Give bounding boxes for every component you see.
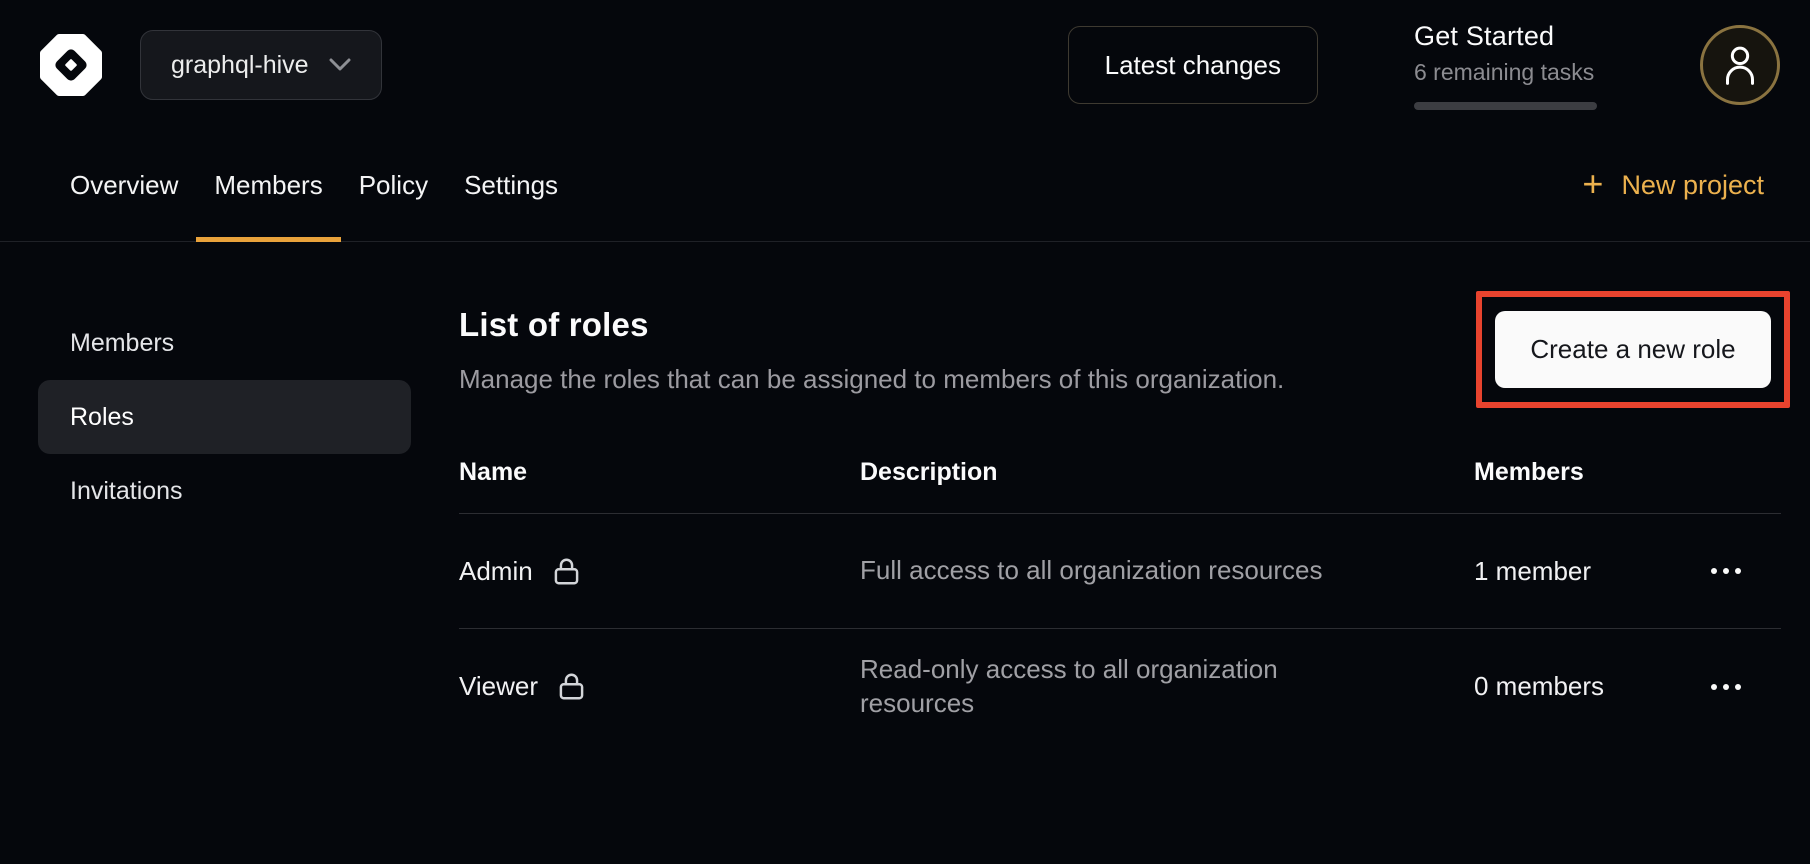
get-started-progress-bar xyxy=(1414,102,1597,110)
table-header-row: Name Description Members xyxy=(459,458,1781,514)
page-subtitle: Manage the roles that can be assigned to… xyxy=(459,364,1284,395)
user-avatar[interactable] xyxy=(1700,25,1780,105)
roles-heading-block: List of roles Manage the roles that can … xyxy=(459,306,1284,395)
roles-table: Name Description Members Admin Full acce… xyxy=(459,458,1781,744)
tabs: Overview Members Policy Settings xyxy=(52,130,576,241)
ellipsis-menu-icon[interactable] xyxy=(1709,676,1743,698)
members-side-nav: Members Roles Invitations xyxy=(38,306,411,528)
organization-selector[interactable]: graphql-hive xyxy=(140,30,382,100)
tab-policy[interactable]: Policy xyxy=(341,130,446,241)
column-header-name: Name xyxy=(459,458,860,487)
roles-panel-header: List of roles Manage the roles that can … xyxy=(459,306,1781,408)
roles-panel: List of roles Manage the roles that can … xyxy=(459,306,1781,744)
latest-changes-button[interactable]: Latest changes xyxy=(1068,26,1318,104)
table-row-admin: Admin Full access to all organization re… xyxy=(459,514,1781,629)
role-name-cell: Admin xyxy=(459,556,860,587)
chevron-down-icon xyxy=(329,58,351,72)
column-header-description: Description xyxy=(860,458,1380,487)
role-members-count: 0 members xyxy=(1474,671,1709,702)
lock-icon xyxy=(558,672,585,701)
get-started-remaining-tasks: 6 remaining tasks xyxy=(1414,59,1606,86)
tab-members[interactable]: Members xyxy=(196,130,340,241)
create-new-role-button[interactable]: Create a new role xyxy=(1495,311,1771,388)
table-row-viewer: Viewer Read-only access to all organizat… xyxy=(459,629,1781,744)
column-header-members: Members xyxy=(1474,458,1709,487)
content-area: Members Roles Invitations List of roles … xyxy=(0,242,1810,744)
tab-settings[interactable]: Settings xyxy=(446,130,576,241)
organization-name: graphql-hive xyxy=(171,51,309,80)
new-project-label: New project xyxy=(1621,170,1764,201)
plus-icon: + xyxy=(1582,166,1603,202)
role-description: Read-only access to all organization res… xyxy=(860,653,1380,721)
sidebar-item-roles[interactable]: Roles xyxy=(38,380,411,454)
new-project-button[interactable]: + New project xyxy=(1582,130,1764,241)
role-members-count: 1 member xyxy=(1474,556,1709,587)
ellipsis-menu-icon[interactable] xyxy=(1709,560,1743,582)
role-description: Full access to all organization resource… xyxy=(860,554,1380,588)
page-title: List of roles xyxy=(459,306,1284,344)
get-started-widget[interactable]: Get Started 6 remaining tasks xyxy=(1414,21,1606,110)
org-tab-bar: Overview Members Policy Settings + New p… xyxy=(0,130,1810,242)
get-started-title: Get Started xyxy=(1414,21,1606,52)
lock-icon xyxy=(553,557,580,586)
user-icon xyxy=(1720,43,1760,87)
role-name-cell: Viewer xyxy=(459,671,860,702)
annotation-highlight-box: Create a new role xyxy=(1476,291,1790,408)
sidebar-item-invitations[interactable]: Invitations xyxy=(38,454,411,528)
tab-overview[interactable]: Overview xyxy=(52,130,196,241)
sidebar-item-members[interactable]: Members xyxy=(38,306,411,380)
tabbar-spacer xyxy=(576,130,1582,241)
role-name: Viewer xyxy=(459,671,538,702)
top-bar: graphql-hive Latest changes Get Started … xyxy=(0,0,1810,130)
hive-logo-icon[interactable] xyxy=(38,32,104,98)
role-name: Admin xyxy=(459,556,533,587)
